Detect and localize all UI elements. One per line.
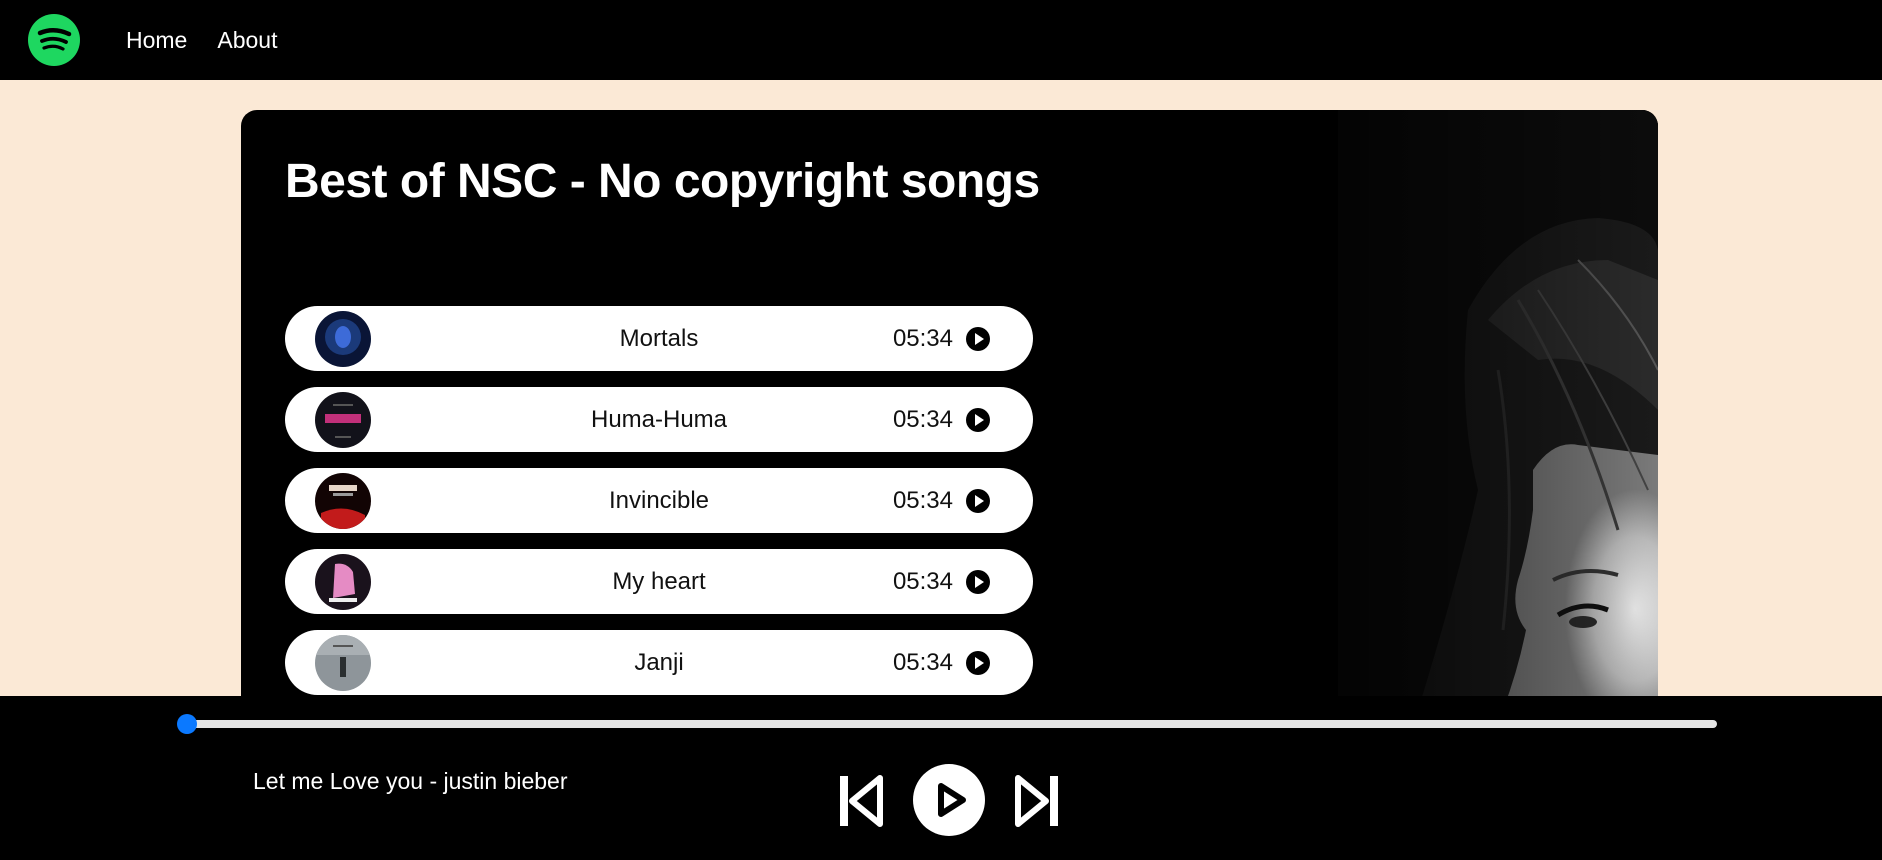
song-duration: 05:34	[892, 648, 953, 676]
song-item[interactable]: Mortals 05:34	[285, 306, 1033, 371]
previous-icon[interactable]	[838, 774, 884, 828]
spotify-logo-icon[interactable]	[28, 14, 80, 66]
song-duration: 05:34	[892, 324, 953, 352]
play-circle-icon[interactable]	[966, 326, 990, 351]
playlist-title: Best of NSC - No copyright songs	[285, 155, 1040, 208]
nav-link-about[interactable]: About	[217, 27, 277, 54]
song-cover-image	[315, 553, 371, 610]
song-cover-image	[315, 310, 371, 367]
play-circle-icon[interactable]	[966, 407, 990, 432]
song-cover-image	[315, 391, 371, 448]
song-cover-image	[315, 472, 371, 529]
play-circle-icon[interactable]	[966, 569, 990, 594]
play-circle-icon[interactable]	[966, 650, 990, 675]
song-duration: 05:34	[892, 486, 953, 514]
next-icon[interactable]	[1014, 774, 1060, 828]
song-list: Mortals 05:34 Huma-Huma 05:34 Invincible…	[285, 306, 1033, 710]
song-duration: 05:34	[892, 567, 953, 595]
song-item[interactable]: Huma-Huma 05:34	[285, 387, 1033, 452]
progress-slider[interactable]	[177, 714, 1717, 734]
song-cover-image	[315, 634, 371, 691]
nav-link-home[interactable]: Home	[126, 27, 187, 54]
progress-thumb[interactable]	[177, 714, 197, 734]
play-icon[interactable]	[913, 764, 985, 836]
song-item[interactable]: My heart 05:34	[285, 549, 1033, 614]
top-navbar: Home About	[0, 0, 1882, 80]
now-playing-title: Let me Love you - justin bieber	[253, 768, 568, 794]
playlist-card: Best of NSC - No copyright songs Mortals…	[241, 110, 1658, 710]
background-portrait-image	[1158, 110, 1658, 710]
nav-links: Home About	[126, 27, 307, 54]
song-item[interactable]: Janji 05:34	[285, 630, 1033, 695]
song-item[interactable]: Invincible 05:34	[285, 468, 1033, 533]
play-circle-icon[interactable]	[966, 488, 990, 513]
song-duration: 05:34	[892, 405, 953, 433]
